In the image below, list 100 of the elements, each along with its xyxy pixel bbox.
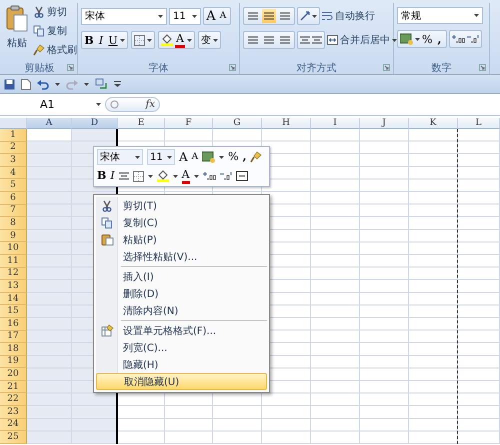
row-header[interactable]: 24 bbox=[0, 418, 27, 432]
grow-font-button[interactable]: A bbox=[179, 151, 188, 163]
shrink-font-button[interactable]: A bbox=[218, 10, 228, 22]
customize-icon[interactable] bbox=[114, 81, 121, 87]
menu-item[interactable]: 取消隐藏(U) bbox=[96, 373, 267, 390]
paste-button[interactable]: 粘贴 bbox=[5, 3, 29, 61]
column-header[interactable]: K bbox=[409, 118, 458, 129]
increase-decimal-icon[interactable] bbox=[452, 34, 466, 44]
new-document-icon[interactable] bbox=[21, 78, 31, 90]
row-header[interactable]: 14 bbox=[0, 292, 27, 306]
dialog-launcher-icon[interactable] bbox=[229, 64, 236, 71]
underline-button[interactable]: U bbox=[108, 34, 118, 46]
font-size-dropdown[interactable]: 11 bbox=[169, 8, 201, 24]
column-header[interactable]: L bbox=[458, 118, 500, 129]
row-header[interactable]: 12 bbox=[0, 268, 27, 280]
italic-button[interactable]: I bbox=[110, 170, 115, 182]
row-header[interactable]: 13 bbox=[0, 280, 27, 293]
undo-icon[interactable] bbox=[37, 78, 49, 90]
indent-icon[interactable] bbox=[300, 36, 310, 44]
menu-item[interactable]: 列宽(C)... bbox=[96, 339, 267, 356]
row-header[interactable]: 18 bbox=[0, 343, 27, 356]
caret-icon[interactable] bbox=[55, 82, 60, 86]
comma-button[interactable]: , bbox=[434, 32, 444, 46]
column-header[interactable]: D bbox=[72, 118, 118, 129]
clipboard-button[interactable]: 剪切 bbox=[33, 3, 77, 20]
percent-button[interactable]: % bbox=[422, 32, 432, 46]
row-header[interactable]: 10 bbox=[0, 242, 27, 255]
font-name-dropdown[interactable]: 宋体 bbox=[81, 8, 167, 24]
menu-item[interactable]: 复制(C) bbox=[96, 214, 267, 231]
clipboard-button[interactable]: 复制 bbox=[33, 22, 77, 39]
column-header[interactable]: A bbox=[27, 118, 72, 129]
increase-decimal-icon[interactable] bbox=[202, 171, 216, 181]
menu-item[interactable]: 粘贴(P) bbox=[96, 231, 267, 248]
percent-button[interactable]: % bbox=[228, 151, 239, 163]
column-header[interactable]: I bbox=[311, 118, 360, 129]
currency-icon[interactable] bbox=[202, 151, 216, 163]
row-header[interactable]: 2 bbox=[0, 142, 27, 154]
row-header[interactable]: 5 bbox=[0, 179, 27, 192]
center-icon[interactable] bbox=[118, 172, 129, 180]
comma-button[interactable]: , bbox=[242, 151, 246, 163]
italic-button[interactable]: I bbox=[96, 34, 106, 46]
refresh-icon[interactable] bbox=[95, 78, 108, 90]
merge-icon[interactable] bbox=[236, 171, 248, 181]
column-header[interactable]: H bbox=[262, 118, 311, 129]
format-painter-icon[interactable] bbox=[250, 151, 262, 163]
align-button[interactable] bbox=[262, 9, 276, 23]
dialog-launcher-icon[interactable] bbox=[67, 64, 74, 71]
shrink-font-button[interactable]: A bbox=[192, 151, 198, 163]
column-header[interactable]: J bbox=[360, 118, 409, 129]
menu-item[interactable]: 剪切(T) bbox=[96, 197, 267, 214]
grow-font-button[interactable]: A bbox=[206, 10, 216, 22]
row-header[interactable]: 17 bbox=[0, 330, 27, 344]
currency-icon[interactable] bbox=[400, 33, 413, 45]
bold-button[interactable]: B bbox=[97, 170, 106, 182]
row-header[interactable]: 8 bbox=[0, 217, 27, 230]
row-header[interactable]: 21 bbox=[0, 380, 27, 394]
row-header[interactable]: 7 bbox=[0, 204, 27, 218]
row-header[interactable]: 9 bbox=[0, 230, 27, 242]
row-header[interactable]: 11 bbox=[0, 254, 27, 268]
fill-color-icon[interactable] bbox=[156, 170, 169, 182]
column-header[interactable]: G bbox=[213, 118, 262, 129]
save-icon[interactable] bbox=[4, 78, 15, 90]
row-header[interactable]: 19 bbox=[0, 356, 27, 368]
clipboard-button[interactable]: 格式刷 bbox=[33, 41, 77, 58]
bold-button[interactable]: B bbox=[84, 34, 94, 46]
row-header[interactable]: 3 bbox=[0, 154, 27, 167]
row-header[interactable]: 25 bbox=[0, 431, 27, 444]
dialog-launcher-icon[interactable] bbox=[383, 64, 390, 71]
row-header[interactable]: 1 bbox=[0, 129, 27, 142]
font-size-dropdown[interactable]: 11 bbox=[147, 149, 175, 165]
insert-function-button[interactable]: fx bbox=[146, 98, 155, 110]
row-header[interactable]: 16 bbox=[0, 318, 27, 330]
caret-icon[interactable] bbox=[84, 82, 89, 86]
menu-item[interactable]: 选择性粘贴(V)... bbox=[96, 248, 267, 265]
menu-item[interactable]: 设置单元格格式(F)... bbox=[96, 322, 267, 339]
menu-item[interactable]: 插入(I) bbox=[96, 268, 267, 285]
column-header[interactable]: F bbox=[165, 118, 213, 129]
column-header[interactable]: E bbox=[118, 118, 165, 129]
wrap-text-button[interactable]: 自动换行 bbox=[322, 8, 375, 24]
row-header[interactable]: 4 bbox=[0, 166, 27, 180]
dialog-launcher-icon[interactable] bbox=[479, 64, 486, 71]
row-header[interactable]: 15 bbox=[0, 305, 27, 318]
row-header[interactable]: 22 bbox=[0, 393, 27, 406]
font-color-button[interactable]: A bbox=[182, 168, 190, 184]
menu-item[interactable]: 清除内容(N) bbox=[96, 302, 267, 319]
menu-item[interactable]: 隐藏(H) bbox=[96, 356, 267, 373]
menu-item[interactable]: 删除(D) bbox=[96, 285, 267, 302]
indent-icon[interactable] bbox=[312, 36, 322, 44]
font-name-dropdown[interactable]: 宋体 bbox=[97, 149, 143, 165]
merge-center-button[interactable]: 合并后居中 bbox=[327, 32, 397, 48]
row-header[interactable]: 6 bbox=[0, 192, 27, 205]
borders-icon[interactable] bbox=[134, 34, 145, 46]
row-header[interactable]: 23 bbox=[0, 406, 27, 419]
fill-color-icon[interactable] bbox=[161, 34, 173, 46]
orientation-icon[interactable] bbox=[300, 11, 310, 21]
decrease-decimal-icon[interactable] bbox=[467, 34, 480, 44]
borders-icon[interactable] bbox=[132, 170, 144, 182]
number-format-dropdown[interactable]: 常规 bbox=[397, 7, 483, 24]
row-header[interactable]: 20 bbox=[0, 368, 27, 381]
name-box[interactable]: A1 bbox=[0, 96, 105, 112]
